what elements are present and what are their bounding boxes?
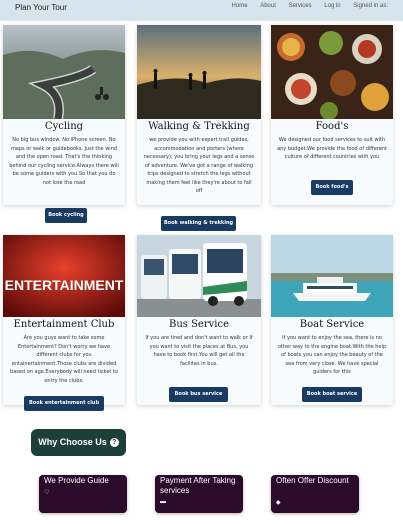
card-cycling: Cycling No big bus window. No iPhone scr…	[3, 25, 125, 223]
feature-offer-discount[interactable]: Often Offer Discount ◆	[271, 475, 359, 513]
card-title: Boat Service	[299, 319, 365, 330]
book-bus-button[interactable]: Book bus service	[169, 387, 228, 402]
discount-icon: ◆	[276, 500, 281, 506]
card-description: Are you guys want to take some Entertain…	[10, 335, 118, 384]
feature-title: Payment After Taking services	[160, 476, 236, 495]
card-walking: Walking & Trekking we provide you with e…	[137, 25, 261, 231]
walking-image	[137, 25, 261, 119]
card-title: Walking & Trekking	[148, 121, 250, 132]
card-entertainment: ENTERTAINMENT Entertainment Club Are you…	[3, 235, 125, 411]
bus-image	[137, 235, 261, 317]
entertainment-image-text: ENTERTAINMENT	[5, 277, 124, 293]
book-boat-button[interactable]: Book boat service	[302, 387, 362, 402]
card-title: Bus Service	[168, 319, 229, 330]
nav-services[interactable]: Services	[289, 3, 312, 9]
card-description: we provide you with expert trail guides,…	[143, 137, 255, 194]
book-cycling-button[interactable]: Book cycling	[45, 208, 87, 223]
brand[interactable]: Plan Your Tour	[15, 3, 67, 12]
card-title: Cycling	[44, 121, 84, 132]
card-description: If you are tired and don't want to walk …	[145, 335, 253, 367]
money-icon: ▬	[160, 499, 166, 505]
cycling-image	[3, 25, 125, 119]
book-entertainment-button[interactable]: Book entertainment club	[24, 396, 104, 411]
card-description: We designed our food services to suit wi…	[277, 137, 387, 160]
nav-signed-in: Signed in as:	[353, 3, 388, 9]
nav-links: Home About Services Log in Signed in as:	[221, 3, 388, 9]
question-circle-icon: ?	[109, 438, 119, 448]
card-boat: Boat Service If you want to enjoy the se…	[271, 235, 393, 405]
boat-image	[271, 235, 393, 317]
navbar: Plan Your Tour Home About Services Log i…	[0, 0, 403, 21]
nav-about[interactable]: About	[260, 3, 276, 9]
card-description: If you want to enjoy the sea, there is n…	[277, 335, 387, 375]
why-choose-us-button[interactable]: Why Choose Us?	[31, 429, 126, 456]
feature-provide-guide[interactable]: We Provide Guide ♡	[39, 475, 127, 513]
heart-icon: ♡	[44, 490, 50, 496]
book-food-button[interactable]: Book food's	[311, 180, 353, 195]
nav-home[interactable]: Home	[232, 3, 248, 9]
card-description: No big bus window. No iPhone screen. No …	[9, 137, 119, 186]
nav-login[interactable]: Log in	[324, 3, 340, 9]
feature-payment-after[interactable]: Payment After Taking services ▬	[155, 475, 243, 513]
card-title: Entertainment Club	[13, 319, 115, 330]
food-image	[271, 25, 393, 119]
entertainment-image: ENTERTAINMENT	[3, 235, 125, 317]
feature-title: We Provide Guide	[44, 476, 109, 485]
card-bus: Bus Service If you are tired and don't w…	[137, 235, 261, 405]
feature-title: Often Offer Discount	[276, 476, 349, 485]
card-food: Food's We designed our food services to …	[271, 25, 393, 205]
book-walking-button[interactable]: Book walking & trekking	[161, 216, 236, 231]
why-label: Why Choose Us	[38, 437, 107, 447]
card-title: Food's	[315, 121, 349, 132]
